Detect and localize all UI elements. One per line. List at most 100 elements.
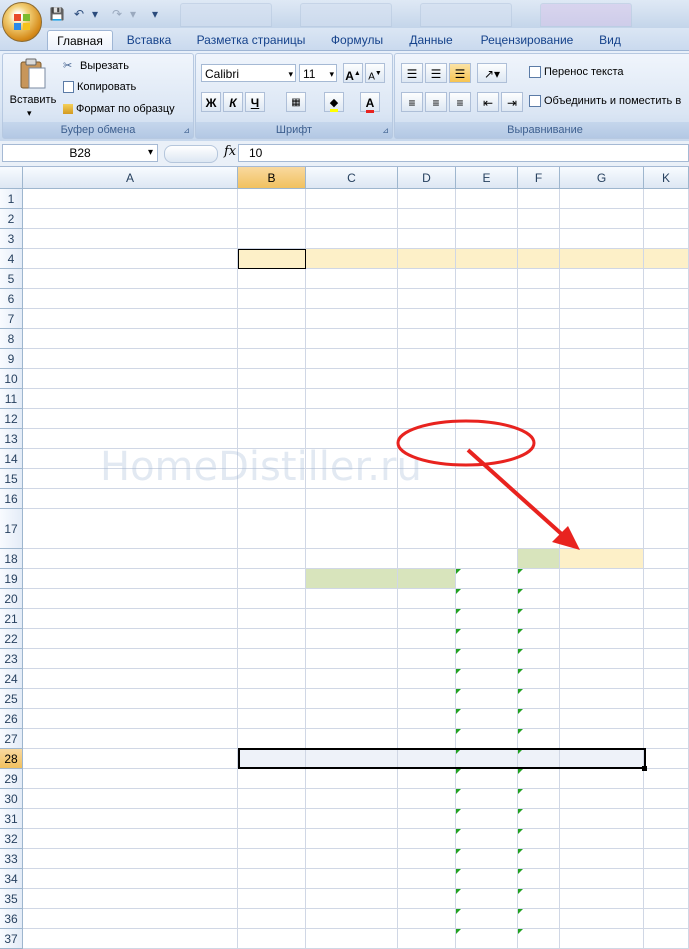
table-cell-d29[interactable] xyxy=(398,769,456,789)
column-header-c[interactable]: C xyxy=(306,167,398,189)
table-cell-b32[interactable] xyxy=(238,829,306,849)
align-center-button[interactable]: ≡ xyxy=(425,92,447,112)
table-cell-c19[interactable] xyxy=(306,569,398,589)
customize-toolbar-icon[interactable]: ▾ xyxy=(146,5,164,23)
table-cell-c34[interactable] xyxy=(306,869,398,889)
table-cell-f25[interactable] xyxy=(518,689,560,709)
table-cell-g21[interactable] xyxy=(560,609,644,629)
table-cell-d20[interactable] xyxy=(398,589,456,609)
table-cell-f21[interactable] xyxy=(518,609,560,629)
table-cell-d23[interactable] xyxy=(398,649,456,669)
table-cell-d26[interactable] xyxy=(398,709,456,729)
row-header-13[interactable]: 13 xyxy=(0,429,23,449)
cell-g4[interactable] xyxy=(560,249,644,269)
table-cell-c36[interactable] xyxy=(306,909,398,929)
row-header-8[interactable]: 8 xyxy=(0,329,23,349)
cell-d4[interactable] xyxy=(398,249,456,269)
row-header-20[interactable]: 20 xyxy=(0,589,23,609)
cut-button[interactable]: ✂ Вырезать xyxy=(63,59,129,73)
table-cell-c23[interactable] xyxy=(306,649,398,669)
cell-e6[interactable] xyxy=(456,289,518,309)
column-header-f[interactable]: F xyxy=(518,167,560,189)
row-header-9[interactable]: 9 xyxy=(0,349,23,369)
cell-g17[interactable] xyxy=(560,509,644,549)
cell-e3[interactable] xyxy=(456,229,518,249)
table-cell-e21[interactable] xyxy=(456,609,518,629)
cell-b17[interactable] xyxy=(238,519,306,549)
shrink-font-button[interactable]: A▼ xyxy=(365,63,385,83)
cell-f13[interactable] xyxy=(518,429,560,449)
table-cell-e31[interactable] xyxy=(456,809,518,829)
tab-data[interactable]: Данные xyxy=(400,30,462,51)
cell-g3[interactable] xyxy=(560,229,644,249)
row-header-24[interactable]: 24 xyxy=(0,669,23,689)
cell-k13[interactable] xyxy=(644,429,689,449)
table-cell-d24[interactable] xyxy=(398,669,456,689)
table-cell-b29[interactable] xyxy=(238,769,306,789)
table-cell-g33[interactable] xyxy=(560,849,644,869)
table-cell-f30[interactable] xyxy=(518,789,560,809)
cell-b8[interactable] xyxy=(238,329,306,349)
row-header-11[interactable]: 11 xyxy=(0,389,23,409)
table-cell-b20[interactable] xyxy=(238,589,306,609)
cell-f18[interactable] xyxy=(518,549,560,569)
cell-e14[interactable] xyxy=(456,449,518,469)
cell-d14[interactable] xyxy=(398,449,456,469)
name-box[interactable]: B28 ▾ xyxy=(2,144,158,162)
cell-f12[interactable] xyxy=(518,409,560,429)
table-cell-g32[interactable] xyxy=(560,829,644,849)
format-painter-button[interactable]: Формат по образцу xyxy=(63,103,175,115)
cell-b1[interactable] xyxy=(238,189,306,209)
table-cell-e26[interactable] xyxy=(456,709,518,729)
row-header-17[interactable]: 17 xyxy=(0,509,23,549)
cell-b16[interactable] xyxy=(238,489,306,509)
table-cell-b33[interactable] xyxy=(238,849,306,869)
table-cell-e20[interactable] xyxy=(456,589,518,609)
table-cell-g30[interactable] xyxy=(560,789,644,809)
row-header-2[interactable]: 2 xyxy=(0,209,23,229)
table-cell-f29[interactable] xyxy=(518,769,560,789)
table-cell-f36[interactable] xyxy=(518,909,560,929)
grow-font-button[interactable]: A▲ xyxy=(343,63,363,83)
table-cell-c37[interactable] xyxy=(306,929,398,949)
table-cell-f35[interactable] xyxy=(518,889,560,909)
table-cell-c35[interactable] xyxy=(306,889,398,909)
table-cell-e24[interactable] xyxy=(456,669,518,689)
row-header-26[interactable]: 26 xyxy=(0,709,23,729)
table-cell-c29[interactable] xyxy=(306,769,398,789)
table-cell-b25[interactable] xyxy=(238,689,306,709)
cell-d6[interactable] xyxy=(398,289,456,309)
table-cell-b37[interactable] xyxy=(238,929,306,949)
cell-c17-merged[interactable] xyxy=(306,509,518,549)
cell-b13[interactable] xyxy=(238,429,306,449)
row-header-22[interactable]: 22 xyxy=(0,629,23,649)
tab-review[interactable]: Рецензирование xyxy=(470,30,584,51)
font-size-select[interactable]: 11 ▾ xyxy=(299,64,337,82)
table-cell-e22[interactable] xyxy=(456,629,518,649)
cell-a5[interactable] xyxy=(23,269,238,289)
cell-b11[interactable] xyxy=(238,389,306,409)
table-cell-d32[interactable] xyxy=(398,829,456,849)
merge-center-button[interactable]: Объединить и поместить в xyxy=(529,95,681,108)
table-cell-g29[interactable] xyxy=(560,769,644,789)
tab-home[interactable]: Главная xyxy=(47,30,113,52)
row-header-31[interactable]: 31 xyxy=(0,809,23,829)
cell-g18[interactable] xyxy=(560,549,644,569)
cell-d13[interactable] xyxy=(398,429,456,449)
cell-f4[interactable] xyxy=(518,249,560,269)
table-cell-b35[interactable] xyxy=(238,889,306,909)
table-cell-c33[interactable] xyxy=(306,849,398,869)
cell-a7[interactable] xyxy=(23,309,238,329)
column-header-e[interactable]: E xyxy=(456,167,518,189)
table-cell-g24[interactable] xyxy=(560,669,644,689)
table-cell-e23[interactable] xyxy=(456,649,518,669)
undo-dropdown-icon[interactable]: ▾ xyxy=(86,5,104,23)
row-header-27[interactable]: 27 xyxy=(0,729,23,749)
row-header-3[interactable]: 3 xyxy=(0,229,23,249)
column-header-d[interactable]: D xyxy=(398,167,456,189)
cell-a1[interactable] xyxy=(23,189,238,209)
table-cell-e25[interactable] xyxy=(456,689,518,709)
table-cell-c24[interactable] xyxy=(306,669,398,689)
underline-button[interactable]: Ч xyxy=(245,92,265,112)
cell-f6[interactable] xyxy=(518,289,560,309)
